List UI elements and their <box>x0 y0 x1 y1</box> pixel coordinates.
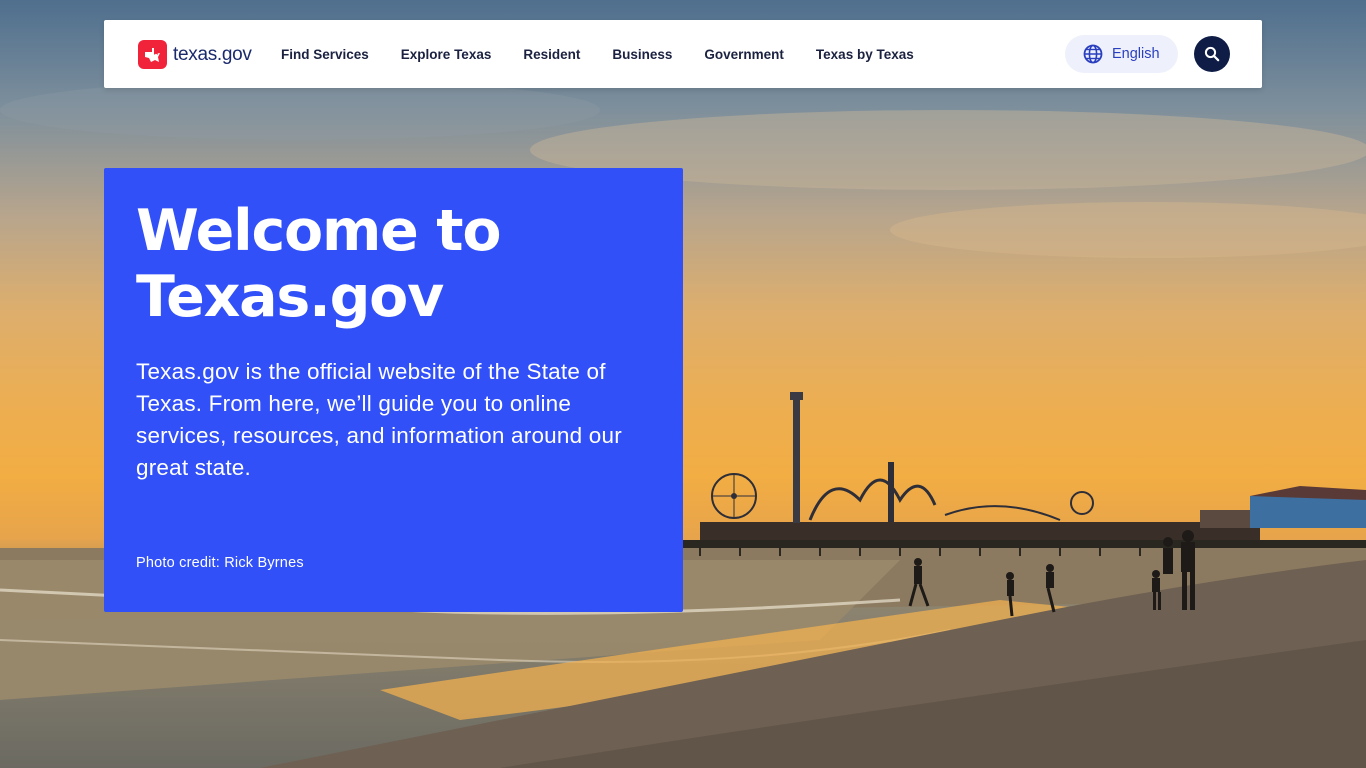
welcome-description: Texas.gov is the official website of the… <box>136 359 622 480</box>
language-label: English <box>1112 46 1160 62</box>
photo-credit: Photo credit: Rick Byrnes <box>136 555 304 571</box>
language-selector-button[interactable]: English <box>1065 35 1178 73</box>
nav-link-texas-by-texas[interactable]: Texas by Texas <box>816 47 914 62</box>
welcome-card: Welcome to Texas.gov Texas.gov is the of… <box>104 168 683 612</box>
nav-link-business[interactable]: Business <box>612 47 672 62</box>
nav-link-find-services[interactable]: Find Services <box>281 47 369 62</box>
nav-link-explore-texas[interactable]: Explore Texas <box>401 47 492 62</box>
primary-nav: Find Services Explore Texas Resident Bus… <box>281 20 946 88</box>
top-navigation-bar: texas.gov Find Services Explore Texas Re… <box>104 20 1262 88</box>
search-button[interactable] <box>1194 36 1230 72</box>
logo-text: texas.gov <box>173 43 252 65</box>
texas-star-icon <box>138 40 167 69</box>
search-icon <box>1204 46 1220 62</box>
globe-icon <box>1083 44 1103 64</box>
texas-gov-logo-link[interactable]: texas.gov <box>138 40 252 69</box>
nav-link-resident[interactable]: Resident <box>523 47 580 62</box>
nav-link-government[interactable]: Government <box>704 47 784 62</box>
page-title: Welcome to Texas.gov <box>136 198 501 330</box>
